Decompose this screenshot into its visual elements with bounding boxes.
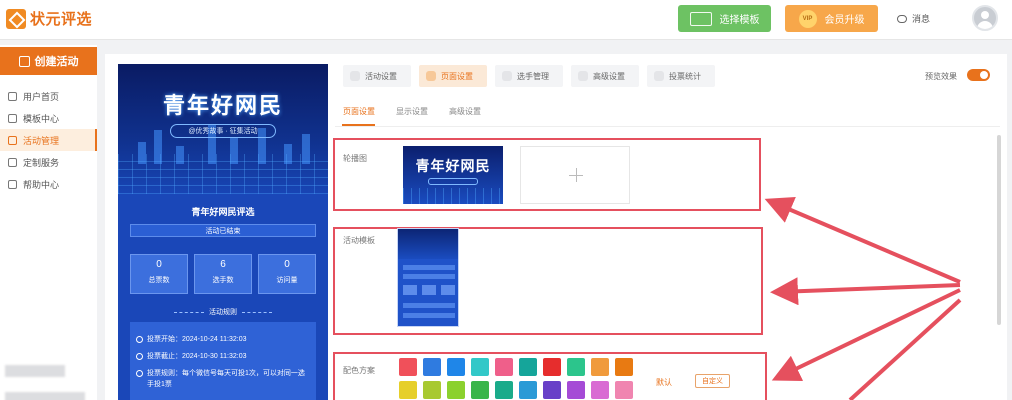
arrow-to-carousel (764, 196, 961, 284)
arrow-to-color-scheme (771, 288, 961, 381)
arrow-to-template (770, 277, 961, 306)
annotation-arrows (764, 196, 962, 400)
